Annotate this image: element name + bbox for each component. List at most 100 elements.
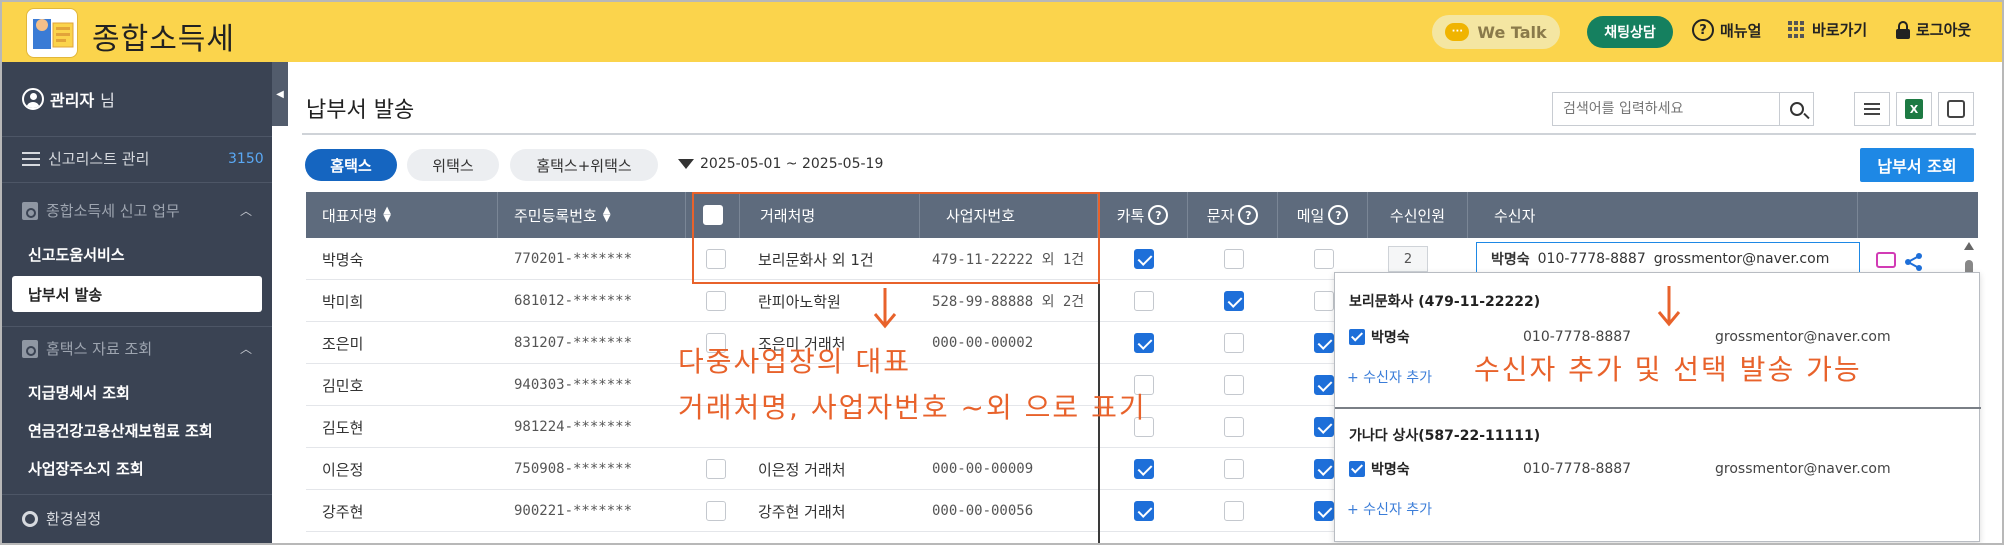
popup-person[interactable]: 박명숙: [1349, 459, 1410, 479]
add-recipient-link[interactable]: + 수신자 추가: [1347, 367, 1432, 387]
excel-button[interactable]: X: [1896, 92, 1932, 126]
wetalk-label: We Talk: [1477, 22, 1547, 42]
kakao-checkbox[interactable]: [1134, 333, 1154, 353]
print-button[interactable]: [1938, 92, 1974, 126]
title-divider: [302, 133, 1976, 135]
sidebar-item-payment-statement[interactable]: 지급명세서 조회: [28, 382, 130, 403]
settings-label: 환경설정: [46, 510, 102, 528]
tab-hometax[interactable]: 홈택스: [305, 149, 397, 181]
help-icon[interactable]: ?: [1328, 205, 1349, 225]
lock-icon: [1896, 20, 1910, 39]
mail-checkbox[interactable]: [1314, 375, 1334, 395]
date-range: 2025-05-01 ~ 2025-05-19: [700, 156, 884, 172]
sidebar-item-payment-send[interactable]: 납부서 발송: [12, 276, 262, 312]
annotation-text: 다중사업장의 대표: [678, 345, 911, 378]
recipient-checkbox[interactable]: [1349, 461, 1365, 477]
mail-checkbox[interactable]: [1314, 333, 1334, 353]
share-icon[interactable]: [1904, 252, 1924, 272]
row-checkbox[interactable]: [706, 291, 726, 311]
app-logo[interactable]: [26, 8, 78, 58]
kakao-checkbox[interactable]: [1134, 459, 1154, 479]
sidebar-item-help-service[interactable]: 신고도움서비스: [28, 244, 125, 265]
sidebar-item-settings[interactable]: 환경설정: [22, 508, 101, 529]
rep-name: 조은미: [322, 334, 364, 353]
app-frame: 종합소득세 ··· We Talk 채팅상담 ? 매뉴얼 바로가기 로그아웃 관…: [0, 0, 2004, 545]
col-recipient-count-label: 수신인원: [1389, 206, 1446, 225]
add-recipient-link[interactable]: + 수신자 추가: [1347, 499, 1432, 519]
chevron-up-icon: ︿: [240, 342, 253, 356]
sidebar-item-label: 납부서 발송: [28, 286, 103, 304]
popup-person[interactable]: 박명숙: [1349, 327, 1410, 347]
mail-checkbox[interactable]: [1314, 417, 1334, 437]
logout-link[interactable]: 로그아웃: [1896, 19, 1971, 40]
payment-query-button[interactable]: 납부서 조회: [1860, 148, 1974, 182]
col-mail: 메일 ?: [1278, 192, 1368, 238]
help-icon[interactable]: ?: [1148, 205, 1169, 225]
col-rep-name[interactable]: 대표자명 ▲ ▼: [306, 192, 498, 238]
rep-name: 강주현: [322, 502, 364, 521]
shortcut-link[interactable]: 바로가기: [1788, 19, 1867, 40]
sidebar-divider: [2, 182, 272, 183]
chat-consult-button[interactable]: 채팅상담: [1587, 16, 1673, 48]
recipient-field[interactable]: 박명숙 010-7778-8887 grossmentor@naver.com: [1476, 242, 1860, 276]
mail-checkbox[interactable]: [1314, 459, 1334, 479]
col-actions: [1858, 192, 1978, 238]
annotation-arrow-icon: [1657, 286, 1681, 327]
mail-checkbox[interactable]: [1314, 501, 1334, 521]
resident-no: 900221-*******: [514, 503, 633, 519]
message-icon[interactable]: [1876, 252, 1896, 268]
rep-name: 박명숙: [322, 250, 364, 269]
search-input[interactable]: [1553, 93, 1763, 125]
mail-checkbox[interactable]: [1314, 249, 1334, 269]
date-filter[interactable]: 2025-05-01 ~ 2025-05-19: [678, 156, 883, 172]
sms-checkbox[interactable]: [1224, 459, 1244, 479]
mail-checkbox[interactable]: [1314, 291, 1334, 311]
popup-email: grossmentor@naver.com: [1715, 329, 1891, 345]
recipient-phone: 010-7778-8887: [1537, 251, 1646, 267]
biz-no: 000-00-00056: [932, 503, 1034, 519]
kakao-checkbox[interactable]: [1134, 501, 1154, 521]
col-resident-no[interactable]: 주민등록번호 ▲ ▼: [498, 192, 686, 238]
popup-email: grossmentor@naver.com: [1715, 461, 1891, 477]
manual-link[interactable]: ? 매뉴얼: [1692, 19, 1761, 41]
sidebar-divider: [2, 326, 272, 327]
biz-no: 528-99-88888 외 2건: [932, 294, 1085, 310]
kakao-checkbox[interactable]: [1134, 249, 1154, 269]
sms-checkbox[interactable]: [1224, 249, 1244, 269]
sms-checkbox[interactable]: [1224, 375, 1244, 395]
search-button[interactable]: [1779, 93, 1813, 125]
sms-checkbox[interactable]: [1224, 333, 1244, 353]
shortcut-label: 바로가기: [1812, 21, 1868, 39]
recipient-count-input[interactable]: 2: [1388, 246, 1428, 272]
sidebar-item-report-list[interactable]: 신고리스트 관리 3150: [22, 148, 264, 169]
sidebar-item-address[interactable]: 사업장주소지 조회: [28, 458, 144, 479]
sidebar-item-insurance[interactable]: 연금건강고용산재보험료 조회: [28, 420, 213, 441]
recipient-name: 박명숙: [1491, 252, 1530, 268]
wetalk-button[interactable]: ··· We Talk: [1432, 15, 1560, 49]
help-icon[interactable]: ?: [1238, 205, 1259, 225]
sidebar-group-income-tax[interactable]: 종합소득세 신고 업무 ︿: [22, 200, 262, 221]
col-recipient-label: 수신자: [1494, 206, 1536, 225]
recipient-checkbox[interactable]: [1349, 329, 1365, 345]
kakao-checkbox[interactable]: [1134, 291, 1154, 311]
page-title: 납부서 발송: [306, 98, 415, 123]
row-checkbox[interactable]: [706, 501, 726, 521]
sms-checkbox[interactable]: [1224, 417, 1244, 437]
sidebar-group-hometax[interactable]: 홈택스 자료 조회 ︿: [22, 338, 262, 359]
sidebar-collapse-button[interactable]: ◀: [272, 62, 288, 126]
top-header: 종합소득세 ··· We Talk 채팅상담 ? 매뉴얼 바로가기 로그아웃: [2, 2, 2002, 62]
col-mail-label: 메일: [1296, 206, 1325, 225]
document-search-icon: [22, 201, 38, 220]
report-list-count: 3150: [228, 150, 264, 167]
list-view-button[interactable]: [1854, 92, 1890, 126]
sidebar-divider: [2, 136, 272, 137]
sms-checkbox[interactable]: [1224, 501, 1244, 521]
list-icon: [1864, 103, 1880, 115]
sms-checkbox[interactable]: [1224, 291, 1244, 311]
tab-witax[interactable]: 위택스: [407, 149, 499, 181]
row-checkbox[interactable]: [706, 459, 726, 479]
tab-hometax-witax[interactable]: 홈택스+위택스: [510, 149, 658, 181]
col-kakao: 카톡 ?: [1098, 192, 1188, 238]
scroll-up-button[interactable]: [1964, 242, 1974, 250]
col-rep-name-label: 대표자명: [322, 206, 378, 225]
